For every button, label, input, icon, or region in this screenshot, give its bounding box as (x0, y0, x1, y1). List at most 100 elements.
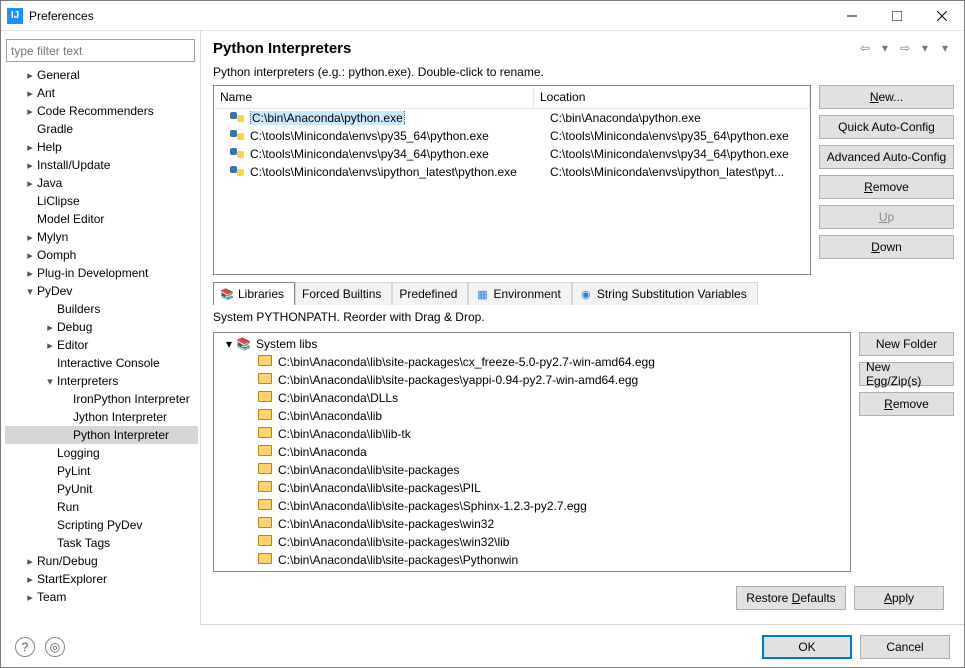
column-location[interactable]: Location (534, 86, 810, 108)
path-label: C:\bin\Anaconda\lib\site-packages\win32\… (278, 535, 509, 549)
import-export-button[interactable]: ◎ (45, 637, 65, 657)
down-button[interactable]: Down (819, 235, 954, 259)
tree-item[interactable]: PyUnit (5, 480, 198, 498)
list-item[interactable]: C:\bin\Anaconda\lib\site-packages\win32\… (214, 533, 850, 551)
chevron-right-icon[interactable]: ▸ (23, 177, 37, 190)
table-row[interactable]: C:\tools\Miniconda\envs\py35_64\python.e… (214, 127, 810, 145)
tree-item[interactable]: ▸Run/Debug (5, 552, 198, 570)
tree-item[interactable]: ▾Interpreters (5, 372, 198, 390)
tree-item[interactable]: Jython Interpreter (5, 408, 198, 426)
chevron-right-icon[interactable]: ▸ (23, 555, 37, 568)
chevron-right-icon[interactable]: ▸ (43, 321, 57, 334)
cancel-button[interactable]: Cancel (860, 635, 950, 659)
chevron-right-icon[interactable]: ▸ (23, 141, 37, 154)
tree-item[interactable]: ▸Oomph (5, 246, 198, 264)
tree-item[interactable]: ▸Plug-in Development (5, 264, 198, 282)
list-item[interactable]: C:\bin\Anaconda\lib\lib-tk (214, 425, 850, 443)
tree-item[interactable]: ▸General (5, 66, 198, 84)
tab-predefined[interactable]: Predefined (392, 282, 468, 305)
tree-item[interactable]: Model Editor (5, 210, 198, 228)
chevron-right-icon[interactable]: ▸ (23, 159, 37, 172)
tab-forced-builtins[interactable]: Forced Builtins (295, 282, 392, 305)
pythonpath-tree[interactable]: ▾ 📚 System libs C:\bin\Anaconda\lib\site… (213, 332, 851, 572)
tree-item[interactable]: Task Tags (5, 534, 198, 552)
forward-button[interactable]: ⇨ (896, 39, 914, 57)
chevron-down-icon[interactable]: ▾ (23, 285, 37, 298)
chevron-down-icon[interactable]: ▾ (43, 375, 57, 388)
tree-item[interactable]: ▸Debug (5, 318, 198, 336)
up-button[interactable]: Up (819, 205, 954, 229)
forward-drop-icon[interactable]: ▾ (916, 39, 934, 57)
tree-item[interactable]: Run (5, 498, 198, 516)
chevron-down-icon[interactable]: ▾ (222, 337, 236, 351)
list-item[interactable]: C:\bin\Anaconda\lib\site-packages\cx_fre… (214, 353, 850, 371)
chevron-right-icon[interactable]: ▸ (23, 591, 37, 604)
tree-item[interactable]: Python Interpreter (5, 426, 198, 444)
back-button[interactable]: ⇦ (856, 39, 874, 57)
chevron-right-icon[interactable]: ▸ (43, 339, 57, 352)
tree-item[interactable]: ▸Install/Update (5, 156, 198, 174)
tab-string-substitution[interactable]: ◉ String Substitution Variables (572, 282, 758, 305)
restore-defaults-button[interactable]: Restore Defaults (736, 586, 846, 610)
table-row[interactable]: C:\tools\Miniconda\envs\py34_64\python.e… (214, 145, 810, 163)
chevron-right-icon[interactable]: ▸ (23, 105, 37, 118)
apply-button[interactable]: Apply (854, 586, 944, 610)
interpreters-table[interactable]: Name Location C:\bin\Anaconda\python.exe… (213, 85, 811, 275)
list-item[interactable]: C:\bin\Anaconda\DLLs (214, 389, 850, 407)
new-egg-zip-button[interactable]: New Egg/Zip(s) (859, 362, 954, 386)
tree-item[interactable]: Gradle (5, 120, 198, 138)
tree-item[interactable]: IronPython Interpreter (5, 390, 198, 408)
chevron-right-icon[interactable]: ▸ (23, 87, 37, 100)
maximize-button[interactable] (874, 1, 919, 30)
chevron-right-icon[interactable]: ▸ (23, 231, 37, 244)
tree-item[interactable]: Interactive Console (5, 354, 198, 372)
help-button[interactable]: ? (15, 637, 35, 657)
close-button[interactable] (919, 1, 964, 30)
tree-item[interactable]: ▸Team (5, 588, 198, 606)
list-item[interactable]: C:\bin\Anaconda\lib\site-packages\Sphinx… (214, 497, 850, 515)
list-item[interactable]: C:\bin\Anaconda\lib\site-packages\PIL (214, 479, 850, 497)
table-row[interactable]: C:\tools\Miniconda\envs\ipython_latest\p… (214, 163, 810, 181)
tree-item[interactable]: ▾PyDev (5, 282, 198, 300)
menu-drop-icon[interactable]: ▾ (936, 39, 954, 57)
tree-item[interactable]: ▸Java (5, 174, 198, 192)
remove-interpreter-button[interactable]: Remove (819, 175, 954, 199)
tree-item[interactable]: ▸Mylyn (5, 228, 198, 246)
tab-environment[interactable]: ▦ Environment (468, 282, 571, 305)
tree-item[interactable]: PyLint (5, 462, 198, 480)
tree-item[interactable]: ▸Help (5, 138, 198, 156)
tree-item[interactable]: Scripting PyDev (5, 516, 198, 534)
list-item[interactable]: C:\bin\Anaconda\lib\site-packages (214, 461, 850, 479)
system-libs-root[interactable]: ▾ 📚 System libs (214, 335, 850, 353)
table-row[interactable]: C:\bin\Anaconda\python.exeC:\bin\Anacond… (214, 109, 810, 127)
chevron-right-icon[interactable]: ▸ (23, 267, 37, 280)
tree-item[interactable]: ▸Ant (5, 84, 198, 102)
column-name[interactable]: Name (214, 86, 534, 108)
list-item[interactable]: C:\bin\Anaconda\lib\site-packages\yappi-… (214, 371, 850, 389)
tree-item[interactable]: LiClipse (5, 192, 198, 210)
new-folder-button[interactable]: New Folder (859, 332, 954, 356)
tree-item[interactable]: ▸Editor (5, 336, 198, 354)
chevron-right-icon[interactable]: ▸ (23, 69, 37, 82)
list-item[interactable]: C:\bin\Anaconda\lib\site-packages\Python… (214, 551, 850, 569)
minimize-button[interactable] (829, 1, 874, 30)
quick-auto-config-button[interactable]: Quick Auto-Config (819, 115, 954, 139)
filter-input[interactable]: type filter text (6, 39, 195, 62)
new-button[interactable]: New... (819, 85, 954, 109)
list-item[interactable]: C:\bin\Anaconda\lib\site-packages\win32 (214, 515, 850, 533)
chevron-right-icon[interactable]: ▸ (23, 573, 37, 586)
tab-libraries[interactable]: 📚 Libraries (213, 282, 295, 305)
interpreter-name: C:\bin\Anaconda\python.exe (250, 111, 550, 125)
tree-item[interactable]: ▸Code Recommenders (5, 102, 198, 120)
tree-item[interactable]: Builders (5, 300, 198, 318)
list-item[interactable]: C:\bin\Anaconda\lib (214, 407, 850, 425)
preferences-tree[interactable]: ▸General▸Ant▸Code RecommendersGradle▸Hel… (3, 66, 198, 625)
chevron-right-icon[interactable]: ▸ (23, 249, 37, 262)
remove-path-button[interactable]: Remove (859, 392, 954, 416)
tree-item[interactable]: Logging (5, 444, 198, 462)
ok-button[interactable]: OK (762, 635, 852, 659)
back-drop-icon[interactable]: ▾ (876, 39, 894, 57)
tree-item[interactable]: ▸StartExplorer (5, 570, 198, 588)
advanced-auto-config-button[interactable]: Advanced Auto-Config (819, 145, 954, 169)
list-item[interactable]: C:\bin\Anaconda (214, 443, 850, 461)
